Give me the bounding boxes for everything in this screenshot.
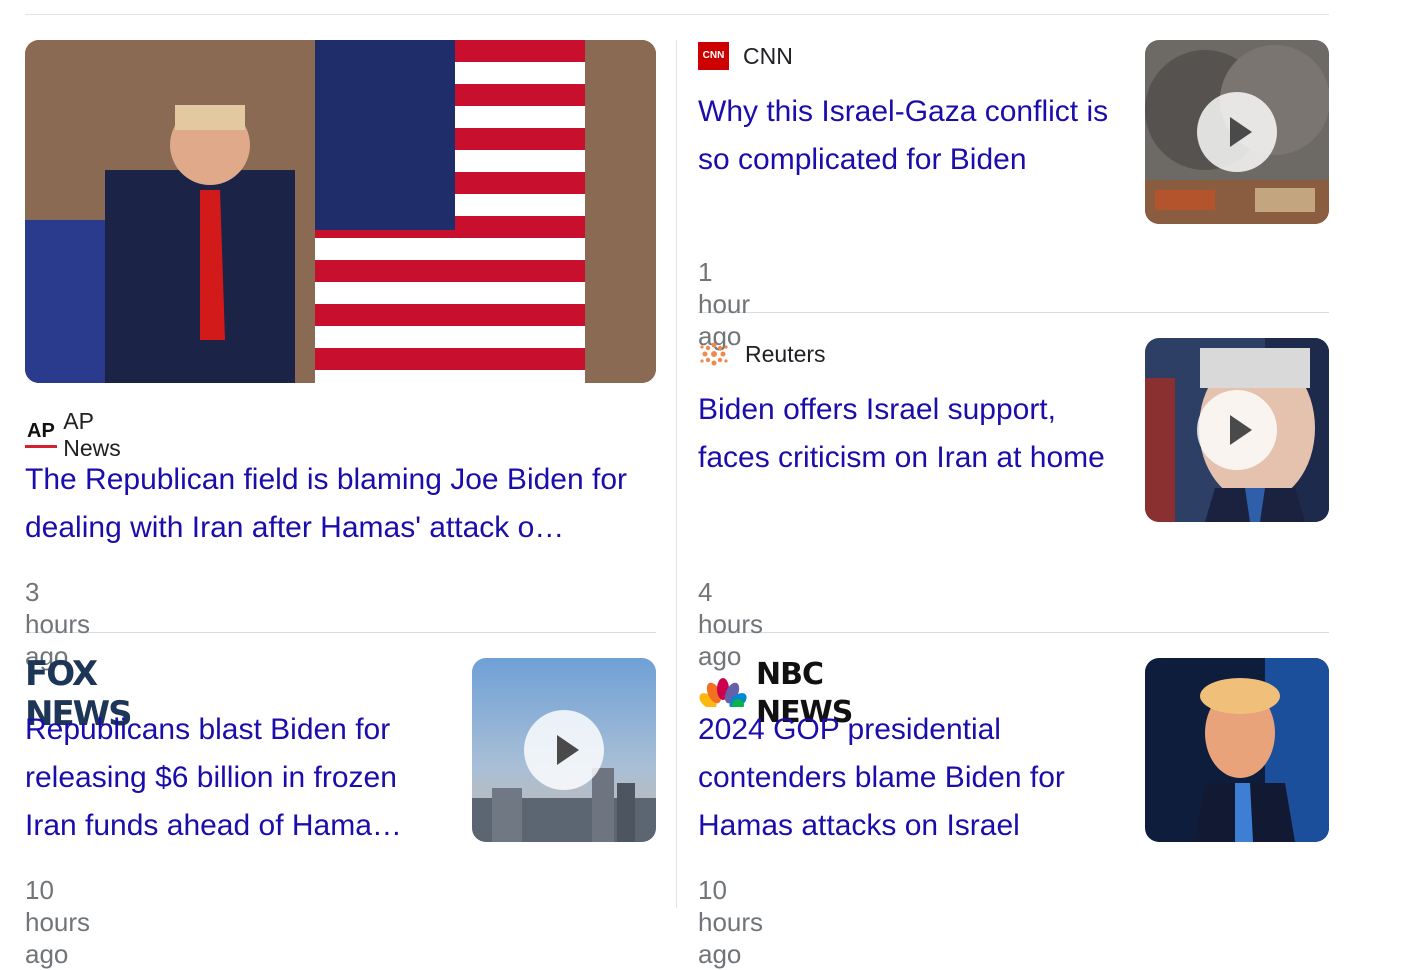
source-ap-news: AP AP News xyxy=(25,408,131,462)
timestamp: 1 hour ago xyxy=(698,257,751,351)
source-name: Reuters xyxy=(745,340,826,367)
play-icon[interactable] xyxy=(1197,92,1277,172)
news-thumbnail[interactable] xyxy=(1145,40,1329,224)
headline-link[interactable]: Why this Israel-Gaza conflict is so comp… xyxy=(698,88,1118,184)
ap-logo-icon: AP xyxy=(25,420,57,450)
source-reuters: Reuters xyxy=(698,340,826,368)
timestamp: 10 hours ago xyxy=(25,875,91,969)
headline-link[interactable]: 2024 GOP presidential contenders blame B… xyxy=(698,706,1118,850)
source-name: CNN xyxy=(743,42,793,69)
timestamp: 10 hours ago xyxy=(698,875,764,969)
headline-link[interactable]: Republicans blast Biden for releasing $6… xyxy=(25,706,445,850)
news-thumbnail[interactable] xyxy=(25,40,656,383)
news-thumbnail[interactable] xyxy=(1145,658,1329,842)
play-icon[interactable] xyxy=(1197,390,1277,470)
play-icon[interactable] xyxy=(524,710,604,790)
headline-link[interactable]: Biden offers Israel support, faces criti… xyxy=(698,386,1118,482)
source-name: AP News xyxy=(63,408,121,461)
column-divider xyxy=(676,40,677,908)
news-thumbnail[interactable] xyxy=(472,658,656,842)
row-divider xyxy=(25,632,656,633)
headline-link[interactable]: The Republican field is blaming Joe Bide… xyxy=(25,456,656,552)
row-divider xyxy=(698,632,1329,633)
source-cnn: CNN CNN xyxy=(698,42,793,70)
news-thumbnail[interactable] xyxy=(1145,338,1329,522)
cnn-logo-icon: CNN xyxy=(698,42,729,70)
top-divider xyxy=(25,14,1329,15)
reuters-logo-icon xyxy=(698,340,731,368)
row-divider xyxy=(698,312,1329,313)
